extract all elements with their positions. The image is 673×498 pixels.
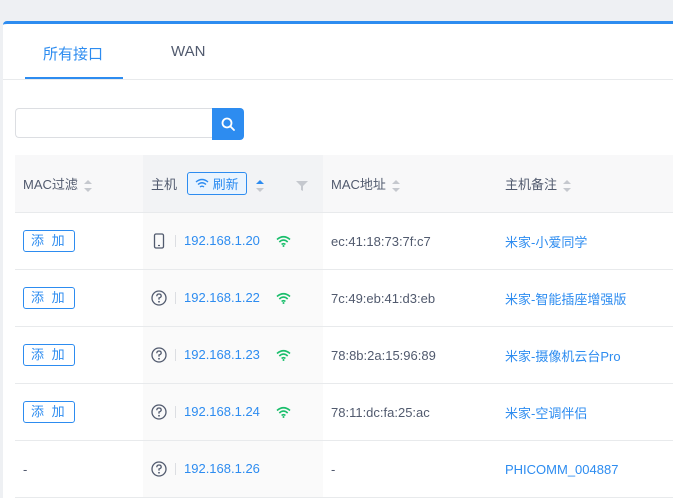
header-host-note-label: 主机备注: [505, 177, 558, 192]
wifi-signal-icon: [276, 236, 291, 248]
table-row: 添 加 192.168.1.20 ec:41:18:73:7f:c7 米家-小爱…: [15, 212, 673, 270]
add-mac-filter-button[interactable]: 添 加: [23, 287, 75, 309]
divider: [175, 235, 176, 248]
divider: [175, 406, 176, 419]
divider: [175, 463, 176, 476]
host-ip-link[interactable]: 192.168.1.23: [184, 347, 260, 362]
header-mac-address[interactable]: MAC地址: [323, 155, 497, 213]
host-note-link[interactable]: 米家-小爱同学: [505, 235, 587, 250]
host-note-link[interactable]: PHICOMM_004887: [505, 462, 618, 477]
mac-filter-cell: 添 加: [15, 383, 143, 441]
tab-wan[interactable]: WAN: [171, 43, 205, 60]
refresh-label: 刷新: [212, 177, 239, 192]
host-note-cell: 米家-摄像机云台Pro: [497, 326, 673, 384]
host-note-link[interactable]: 米家-摄像机云台Pro: [505, 349, 621, 364]
host-ip-link[interactable]: 192.168.1.26: [184, 461, 260, 476]
host-cell: 192.168.1.26: [143, 440, 323, 498]
mac-filter-cell: 添 加: [15, 212, 143, 270]
host-note-cell: 米家-小爱同学: [497, 212, 673, 270]
search-icon: [221, 117, 235, 131]
unknown-device-icon: [151, 404, 167, 420]
filter-icon[interactable]: [295, 180, 308, 191]
mac-filter-cell: 添 加: [15, 269, 143, 327]
mac-address-cell: 78:8b:2a:15:96:89: [323, 326, 497, 384]
table-row: - 192.168.1.26 - PHICOMM_004887: [15, 440, 673, 498]
divider: [175, 349, 176, 362]
unknown-device-icon: [151, 461, 167, 477]
table-row: 添 加 192.168.1.24 78:11:dc:fa:25:ac 米家-空调…: [15, 383, 673, 441]
header-host: 主机 刷新: [143, 155, 323, 213]
wifi-signal-icon: [276, 407, 291, 419]
interface-panel: 所有接口 WAN MAC过滤 主机 刷新 MAC地址 主机备注 添 加 192.…: [3, 21, 673, 498]
host-note-cell: 米家-智能插座增强版: [497, 269, 673, 327]
search-box: [15, 108, 244, 140]
phone-icon: [153, 233, 165, 249]
host-cell: 192.168.1.22: [143, 269, 323, 327]
unknown-device-icon: [151, 290, 167, 306]
mac-filter-cell: -: [15, 440, 143, 498]
refresh-button[interactable]: 刷新: [186, 172, 247, 195]
add-mac-filter-button[interactable]: 添 加: [23, 344, 75, 366]
host-ip-link[interactable]: 192.168.1.22: [184, 290, 260, 305]
mac-address-cell: 7c:49:eb:41:d3:eb: [323, 269, 497, 327]
tab-bar: 所有接口 WAN: [3, 24, 673, 80]
table-row: 添 加 192.168.1.23 78:8b:2a:15:96:89 米家-摄像…: [15, 326, 673, 384]
header-mac-filter-label: MAC过滤: [23, 177, 78, 192]
sort-icon[interactable]: [563, 179, 572, 192]
wifi-signal-icon: [276, 293, 291, 305]
header-mac-address-label: MAC地址: [331, 177, 386, 192]
host-note-link[interactable]: 米家-空调伴侣: [505, 406, 587, 421]
sort-icon[interactable]: [83, 179, 92, 192]
host-cell: 192.168.1.20: [143, 212, 323, 270]
active-tab-indicator: [25, 77, 123, 79]
table-header: MAC过滤 主机 刷新 MAC地址 主机备注: [15, 155, 673, 213]
host-note-cell: PHICOMM_004887: [497, 440, 673, 498]
mac-filter-cell: 添 加: [15, 326, 143, 384]
host-cell: 192.168.1.23: [143, 326, 323, 384]
search-button[interactable]: [212, 108, 244, 140]
tab-all-interfaces[interactable]: 所有接口: [43, 43, 103, 64]
device-table: MAC过滤 主机 刷新 MAC地址 主机备注 添 加 192.168.1.20 …: [15, 155, 673, 498]
mac-address-cell: 78:11:dc:fa:25:ac: [323, 383, 497, 441]
mac-address-cell: ec:41:18:73:7f:c7: [323, 212, 497, 270]
mac-filter-empty: -: [23, 461, 28, 477]
add-mac-filter-button[interactable]: 添 加: [23, 230, 75, 252]
divider: [175, 292, 176, 305]
sort-asc-icon[interactable]: [256, 179, 265, 192]
add-mac-filter-button[interactable]: 添 加: [23, 401, 75, 423]
table-row: 添 加 192.168.1.22 7c:49:eb:41:d3:eb 米家-智能…: [15, 269, 673, 327]
header-mac-filter[interactable]: MAC过滤: [15, 155, 143, 213]
mac-address-cell: -: [323, 440, 497, 498]
host-note-link[interactable]: 米家-智能插座增强版: [505, 292, 626, 307]
host-ip-link[interactable]: 192.168.1.20: [184, 233, 260, 248]
search-input[interactable]: [15, 108, 212, 138]
wifi-signal-icon: [276, 350, 291, 362]
host-ip-link[interactable]: 192.168.1.24: [184, 404, 260, 419]
host-cell: 192.168.1.24: [143, 383, 323, 441]
header-host-note[interactable]: 主机备注: [497, 155, 673, 213]
wifi-icon: [195, 178, 209, 188]
header-host-label: 主机: [151, 177, 178, 192]
host-note-cell: 米家-空调伴侣: [497, 383, 673, 441]
sort-icon[interactable]: [391, 179, 400, 192]
unknown-device-icon: [151, 347, 167, 363]
